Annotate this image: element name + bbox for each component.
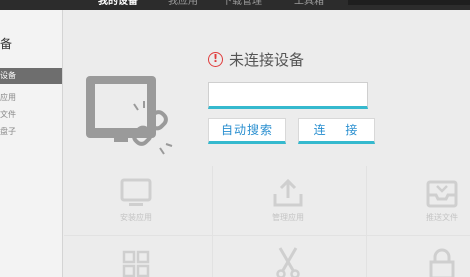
- window-controls-strip: [348, 0, 470, 5]
- sidebar-item-device[interactable]: 设备: [0, 68, 62, 84]
- main-panel: ! 未连接设备 自动搜索 连 接 安装应用 管理应用 推送文件: [64, 10, 470, 277]
- monitor-icon: [120, 178, 152, 206]
- feature-clean[interactable]: [238, 246, 338, 277]
- feature-manage-app[interactable]: 管理应用: [238, 178, 338, 223]
- feature-apps[interactable]: [86, 248, 186, 277]
- feature-label: 推送文件: [426, 213, 458, 222]
- upload-icon: [273, 178, 303, 207]
- scissors-icon: [276, 247, 300, 277]
- feature-label: 管理应用: [272, 213, 304, 222]
- disconnected-device-icon: [86, 76, 173, 155]
- feature-push-file[interactable]: 推送文件: [392, 178, 470, 223]
- sidebar-item-files[interactable]: 文件: [0, 107, 62, 123]
- sidebar-item-apps[interactable]: 应用: [0, 90, 62, 106]
- inbox-icon: [426, 180, 458, 208]
- sidebar: 备 设备 应用 文件 盘子: [0, 10, 63, 277]
- sidebar-item-disk[interactable]: 盘子: [0, 124, 62, 140]
- feature-grid: 安装应用 管理应用 推送文件: [64, 160, 470, 277]
- connect-button[interactable]: 连 接: [298, 118, 375, 144]
- connection-status: ! 未连接设备: [208, 49, 304, 70]
- grid-divider: [366, 166, 367, 277]
- warning-icon: !: [208, 52, 223, 67]
- feature-install-app[interactable]: 安装应用: [86, 178, 186, 223]
- feature-lock[interactable]: [392, 248, 470, 277]
- tab-my-apps[interactable]: 我应用: [168, 0, 198, 8]
- status-text: 未连接设备: [229, 51, 305, 69]
- tab-my-device[interactable]: 我的设备: [98, 0, 138, 8]
- grid-divider: [212, 166, 213, 277]
- auto-search-button[interactable]: 自动搜索: [208, 118, 286, 144]
- sidebar-title: 备: [0, 37, 13, 51]
- top-nav-bar: 我的设备 我应用 下载管理 工具箱: [0, 0, 470, 10]
- grid-apps-icon: [122, 250, 150, 277]
- device-code-input[interactable]: [208, 82, 368, 109]
- grid-divider: [64, 235, 470, 236]
- tab-download-manager[interactable]: 下载管理: [222, 0, 262, 8]
- feature-label: 安装应用: [120, 213, 152, 222]
- lock-icon: [429, 248, 455, 277]
- tab-toolbox[interactable]: 工具箱: [294, 0, 324, 8]
